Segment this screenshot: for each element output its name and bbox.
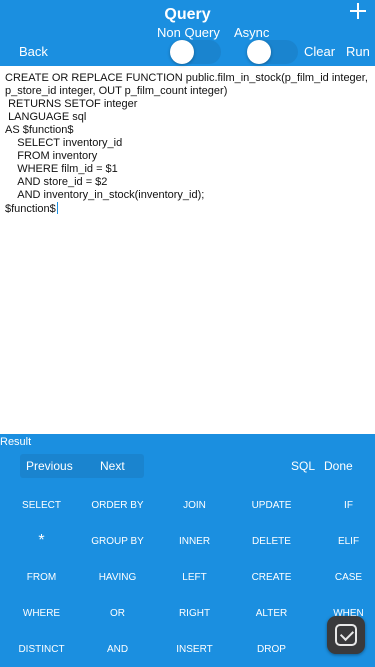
key-insert[interactable]: INSERT: [157, 644, 232, 655]
key-select[interactable]: SELECT: [4, 500, 79, 511]
key-or[interactable]: OR: [80, 608, 155, 619]
done-button[interactable]: Done: [324, 459, 353, 473]
previous-button[interactable]: Previous: [26, 459, 73, 473]
field-navigation: Previous Next: [20, 454, 144, 478]
key-delete[interactable]: DELETE: [234, 536, 309, 547]
sql-button[interactable]: SQL: [291, 459, 315, 473]
key-update[interactable]: UPDATE: [234, 500, 309, 511]
query-text: CREATE OR REPLACE FUNCTION public.film_i…: [5, 72, 368, 215]
async-toggle[interactable]: [247, 40, 298, 64]
non-query-toggle[interactable]: [170, 40, 221, 64]
key-having[interactable]: HAVING: [80, 572, 155, 583]
key-alter[interactable]: ALTER: [234, 608, 309, 619]
key-drop[interactable]: DROP: [234, 644, 309, 655]
key-elif[interactable]: ELIF: [311, 536, 375, 547]
key-where[interactable]: WHERE: [4, 608, 79, 619]
key-from[interactable]: FROM: [4, 572, 79, 583]
key-case[interactable]: CASE: [311, 572, 375, 583]
key-left[interactable]: LEFT: [157, 572, 232, 583]
sql-keyboard: Result Previous Next SQL Done SELECT ORDE…: [0, 434, 375, 667]
key-distinct[interactable]: DISTINCT: [4, 644, 79, 655]
key-create[interactable]: CREATE: [234, 572, 309, 583]
run-button[interactable]: Run: [346, 44, 370, 59]
key-right[interactable]: RIGHT: [157, 608, 232, 619]
toggle-knob: [247, 40, 271, 64]
result-label: Result: [0, 436, 32, 448]
key-inner[interactable]: INNER: [157, 536, 232, 547]
back-button[interactable]: Back: [19, 44, 48, 59]
key-if[interactable]: IF: [311, 500, 375, 511]
async-label: Async: [234, 25, 270, 40]
key-asterisk[interactable]: *: [4, 532, 79, 550]
toggle-knob: [170, 40, 194, 64]
next-button[interactable]: Next: [100, 459, 125, 473]
text-cursor: [56, 202, 58, 214]
key-order-by[interactable]: ORDER BY: [80, 500, 155, 511]
key-join[interactable]: JOIN: [157, 500, 232, 511]
plus-icon[interactable]: [349, 2, 367, 20]
page-title: Query: [164, 6, 211, 23]
key-and[interactable]: AND: [80, 644, 155, 655]
non-query-label: Non Query: [157, 25, 220, 40]
key-group-by[interactable]: GROUP BY: [80, 536, 155, 547]
query-editor[interactable]: CREATE OR REPLACE FUNCTION public.film_i…: [0, 66, 375, 434]
app-badge-icon: [327, 616, 365, 654]
navigation-bar: Query Back Non Query Async Clear Run: [0, 0, 375, 66]
clear-button[interactable]: Clear: [304, 44, 335, 59]
